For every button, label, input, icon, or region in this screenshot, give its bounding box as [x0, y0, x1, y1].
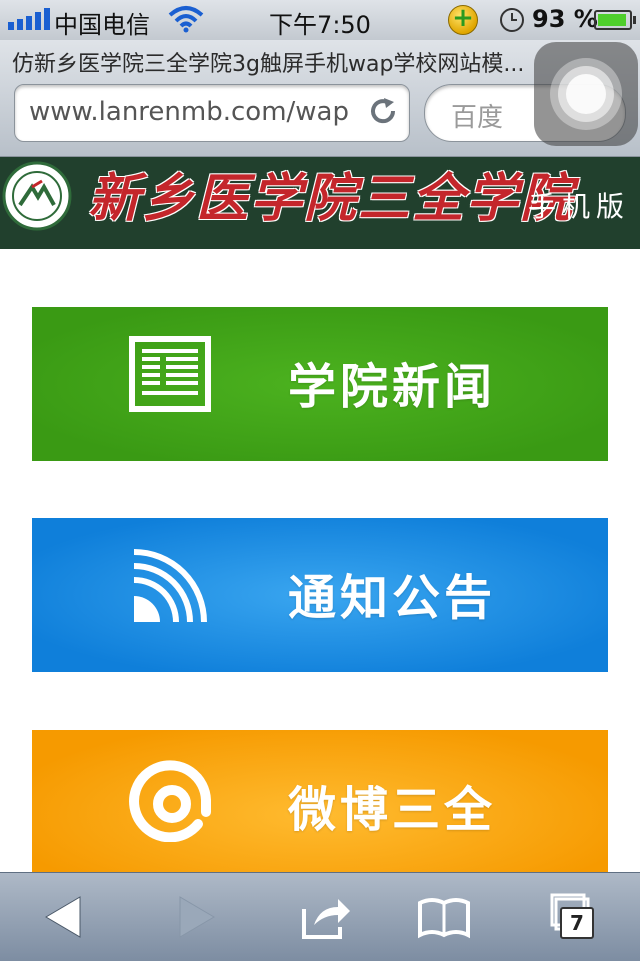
app-badge-icon — [448, 3, 478, 35]
menu-tile-weibo[interactable]: 微博三全 — [32, 730, 608, 884]
url-field[interactable]: www.lanrenmb.com/wap — [14, 84, 410, 142]
share-icon[interactable] — [298, 891, 354, 943]
menu-tile-news[interactable]: 学院新闻 — [32, 307, 608, 461]
bookmarks-icon[interactable] — [416, 891, 472, 943]
reload-icon[interactable] — [369, 97, 399, 127]
menu-label: 通知公告 — [288, 570, 497, 626]
site-subtitle: 手机版 — [528, 190, 631, 223]
site-name: 新乡医学院三全学院 — [88, 168, 575, 229]
page-title: 仿新乡医学院三全学院3g触屏手机wap学校网站模... — [12, 52, 525, 77]
battery-icon — [594, 10, 636, 30]
alarm-clock-icon — [500, 8, 524, 32]
search-placeholder: 百度 — [451, 103, 504, 133]
status-bar: 中国电信 下午7:50 93 % — [0, 0, 640, 40]
assistive-touch-button[interactable] — [534, 42, 638, 146]
browser-chrome: 仿新乡医学院三全学院3g触屏手机wap学校网站模... www.lanrenmb… — [0, 40, 640, 157]
browser-toolbar: 7 — [0, 872, 640, 961]
tab-count: 7 — [560, 907, 594, 939]
news-icon — [129, 336, 211, 412]
site-header: 新乡医学院三全学院 手机版 — [0, 157, 640, 249]
back-arrow-icon[interactable] — [40, 891, 96, 943]
menu-label: 微博三全 — [288, 782, 497, 838]
forward-arrow-icon[interactable] — [164, 891, 220, 943]
at-icon — [129, 760, 211, 842]
rss-icon — [133, 549, 207, 623]
battery-percent: 93 % — [532, 5, 598, 33]
tabs-button[interactable]: 7 — [546, 891, 602, 943]
menu-label: 学院新闻 — [288, 359, 497, 415]
school-logo — [2, 161, 72, 231]
menu-tile-notice[interactable]: 通知公告 — [32, 518, 608, 672]
url-text: www.lanrenmb.com/wap — [29, 97, 349, 127]
